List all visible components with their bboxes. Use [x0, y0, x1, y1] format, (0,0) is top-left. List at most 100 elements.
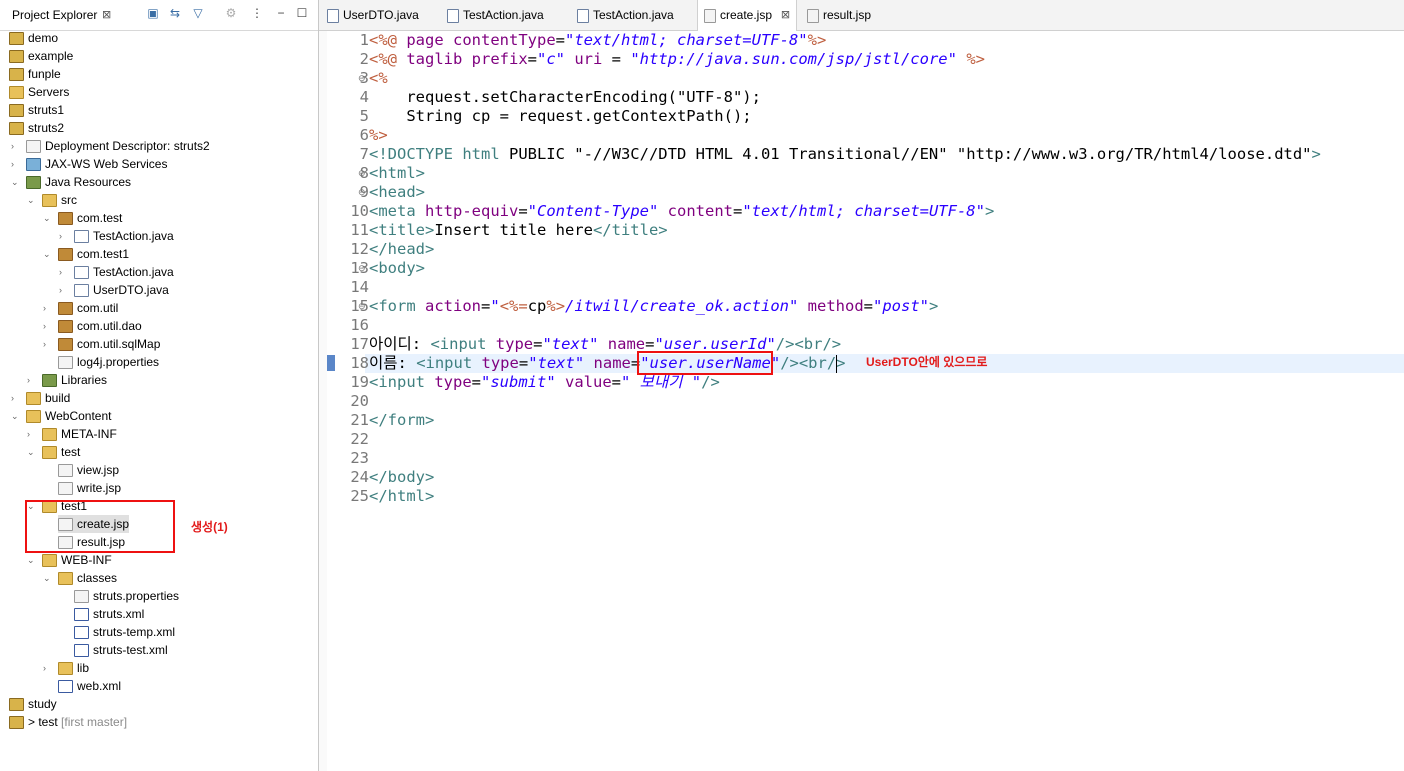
tree-item[interactable]: › lib	[43, 659, 89, 677]
tree-item[interactable]: ⌄ com.test	[43, 209, 122, 227]
tree-item[interactable]: ⌄ Java Resources	[11, 173, 131, 191]
chevron-right-icon[interactable]: ›	[59, 227, 62, 245]
chevron-right-icon[interactable]: ›	[43, 317, 46, 335]
tree-item[interactable]: › UserDTO.java	[59, 281, 169, 299]
code-line[interactable]: <%	[369, 69, 388, 88]
code-line[interactable]: <%@ page contentType="text/html; charset…	[369, 31, 826, 50]
code-line[interactable]: </head>	[369, 240, 434, 259]
chevron-down-icon[interactable]: ⌄	[27, 551, 35, 569]
editor-tab[interactable]: TestAction.java	[441, 0, 556, 30]
tree-item[interactable]: write.jsp	[58, 479, 121, 497]
chevron-right-icon[interactable]: ›	[43, 659, 46, 677]
editor-tab[interactable]: result.jsp	[801, 0, 883, 30]
code-line[interactable]: </html>	[369, 487, 434, 506]
chevron-right-icon[interactable]: ›	[11, 155, 14, 173]
tree-item[interactable]: › TestAction.java	[59, 263, 174, 281]
tree-item[interactable]: ›struts1	[9, 101, 64, 119]
tree-item[interactable]: struts-test.xml	[74, 641, 168, 659]
project-explorer-title[interactable]: Project Explorer	[12, 8, 97, 22]
tree-item[interactable]: ⌄ struts2	[0, 119, 64, 137]
tree-item[interactable]: ⌄ WebContent	[11, 407, 112, 425]
code-line[interactable]: <form action="<%=cp%>/itwill/create_ok.a…	[369, 297, 938, 316]
tree-item[interactable]: struts-temp.xml	[74, 623, 175, 641]
filter-icon[interactable]: ▽	[191, 6, 205, 20]
chevron-down-icon[interactable]: ⌄	[27, 191, 35, 209]
fold-toggle-icon[interactable]: ⊖	[358, 301, 366, 312]
chevron-right-icon[interactable]: ›	[43, 335, 46, 353]
code-line[interactable]: <body>	[369, 259, 425, 278]
tree-item[interactable]: › Libraries	[27, 371, 107, 389]
code-line[interactable]: request.setCharacterEncoding("UTF-8");	[369, 88, 761, 107]
chevron-down-icon[interactable]: ⌄	[43, 245, 51, 263]
working-sets-icon[interactable]: ⚙	[224, 6, 238, 20]
chevron-down-icon[interactable]: ⌄	[43, 569, 51, 587]
tree-item[interactable]: web.xml	[58, 677, 121, 695]
tree-item[interactable]: view.jsp	[58, 461, 119, 479]
tree-item[interactable]: struts.properties	[74, 587, 179, 605]
view-menu-icon[interactable]: ⋮	[250, 6, 264, 20]
tree-item[interactable]: ›funple	[9, 65, 61, 83]
chevron-down-icon[interactable]: ⌄	[0, 119, 2, 137]
close-icon[interactable]: ⊠	[102, 8, 111, 21]
tree-item[interactable]: › TestAction.java	[59, 227, 174, 245]
chevron-down-icon[interactable]: ⌄	[11, 173, 19, 191]
tree-item[interactable]: ⌄ classes	[43, 569, 117, 587]
code-line[interactable]: <!DOCTYPE html PUBLIC "-//W3C//DTD HTML …	[369, 145, 1321, 164]
code-line[interactable]: <title>Insert title here</title>	[369, 221, 668, 240]
tree-item[interactable]: struts.xml	[74, 605, 144, 623]
tree-item[interactable]: › build	[11, 389, 70, 407]
collapse-all-icon[interactable]: ▣	[146, 6, 160, 20]
tree-item[interactable]: ›demo	[9, 29, 58, 47]
tree-item[interactable]: ⌄ src	[27, 191, 77, 209]
editor-tab[interactable]: create.jsp ⊠	[697, 0, 798, 31]
chevron-right-icon[interactable]: ›	[59, 263, 62, 281]
tree-item[interactable]: › com.util.sqlMap	[43, 335, 160, 353]
code-token: <%@	[369, 31, 407, 49]
code-line[interactable]: 이름: <input type="text" name="user.userNa…	[369, 354, 846, 373]
code-token: "text/html; charset=UTF-8"	[565, 31, 808, 49]
code-line[interactable]: <meta http-equiv="Content-Type" content=…	[369, 202, 994, 221]
code-line[interactable]: <html>	[369, 164, 425, 183]
code-line[interactable]: <input type="submit" value=" 보내기 "/>	[369, 373, 720, 392]
link-with-editor-icon[interactable]: ⇆	[168, 6, 182, 20]
fold-toggle-icon[interactable]: ⊖	[358, 73, 366, 84]
code-line[interactable]: String cp = request.getContextPath();	[369, 107, 751, 126]
chevron-right-icon[interactable]: ›	[11, 389, 14, 407]
tree-item[interactable]: ⌄ test	[27, 443, 80, 461]
tree-item[interactable]: log4j.properties	[58, 353, 159, 371]
tree-item[interactable]: ›study	[9, 695, 57, 713]
code-line[interactable]: %>	[369, 126, 388, 145]
tree-item[interactable]: ⌄ com.test1	[43, 245, 129, 263]
tree-item[interactable]: ⌄ WEB-INF	[27, 551, 112, 569]
tree-item[interactable]: ›> test [first master]	[9, 713, 127, 731]
chevron-right-icon[interactable]: ›	[43, 299, 46, 317]
maximize-icon[interactable]: ☐	[295, 6, 309, 20]
editor-tab[interactable]: UserDTO.java	[321, 0, 431, 30]
minimize-icon[interactable]: −	[274, 6, 288, 20]
chevron-down-icon[interactable]: ⌄	[27, 443, 35, 461]
jsp-file-icon	[58, 482, 73, 496]
close-icon[interactable]: ⊠	[781, 0, 790, 30]
editor-tab[interactable]: TestAction.java	[571, 0, 686, 30]
chevron-down-icon[interactable]: ⌄	[43, 209, 51, 227]
code-line[interactable]: <%@ taglib prefix="c" uri = "http://java…	[369, 50, 985, 69]
tree-item[interactable]: › Deployment Descriptor: struts2	[11, 137, 210, 155]
tree-item[interactable]: › com.util	[43, 299, 118, 317]
chevron-right-icon[interactable]: ›	[59, 281, 62, 299]
tree-item[interactable]: › JAX-WS Web Services	[11, 155, 167, 173]
tree-item[interactable]: › META-INF	[27, 425, 117, 443]
chevron-right-icon[interactable]: ›	[11, 137, 14, 155]
tree-item[interactable]: › com.util.dao	[43, 317, 142, 335]
chevron-right-icon[interactable]: ›	[27, 371, 30, 389]
chevron-right-icon[interactable]: ›	[27, 425, 30, 443]
line-number: 22	[350, 430, 369, 448]
code-line[interactable]: </form>	[369, 411, 434, 430]
code-line[interactable]: <head>	[369, 183, 425, 202]
chevron-down-icon[interactable]: ⌄	[11, 407, 19, 425]
code-line[interactable]: </body>	[369, 468, 434, 487]
fold-toggle-icon[interactable]: ⊖	[358, 263, 366, 274]
tree-item[interactable]: ›example	[9, 47, 73, 65]
fold-toggle-icon[interactable]: ⊖	[358, 187, 366, 198]
tree-item[interactable]: ›Servers	[9, 83, 69, 101]
fold-toggle-icon[interactable]: ⊖	[358, 168, 366, 179]
